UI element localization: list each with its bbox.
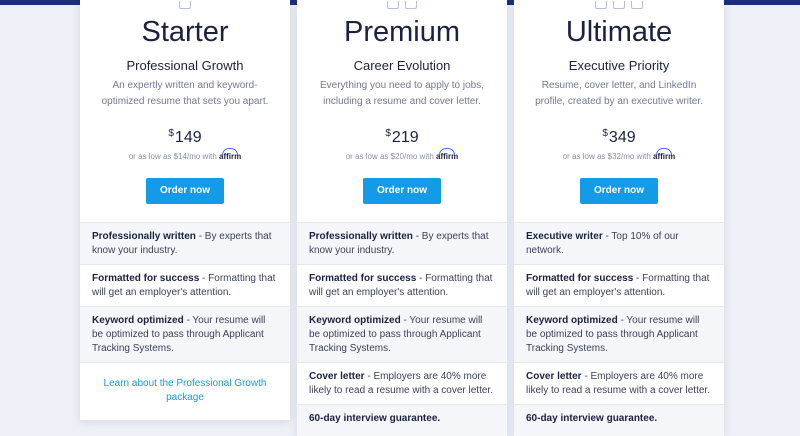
plan-card-ultimate: Ultimate Executive Priority Resume, cove… [514,0,724,436]
learn-more-link[interactable]: Learn about the Professional Growth pack… [80,362,290,420]
price-amount: 219 [391,129,419,146]
feature-name: Executive writer [526,231,603,242]
plan-price: $149 [80,128,290,147]
feature-name: Formatted for success [92,273,200,284]
order-now-button[interactable]: Order now [363,178,441,204]
feature-name: Keyword optimized [309,315,401,326]
currency-symbol: $ [602,128,608,139]
feature-name: Keyword optimized [526,315,618,326]
plan-price: $219 [297,128,507,147]
feature-item: 60-day interview guarantee. [297,404,507,436]
plan-subtitle: Career Evolution [353,58,451,73]
affirm-logo: affirm [436,152,459,161]
feature-item: Formatted for success - Formatting that … [297,264,507,306]
plan-title: Premium [343,16,460,48]
document-icon [514,0,724,9]
feature-item: Cover letter - Employers are 40% more li… [514,362,724,404]
plan-title: Starter [141,16,229,48]
feature-name: Cover letter [309,371,365,382]
affirm-logo: affirm [219,152,242,161]
currency-symbol: $ [385,128,391,139]
feature-item: Keyword optimized - Your resume will be … [297,306,507,362]
feature-item: 60-day interview guarantee. [514,404,724,436]
affirm-financing: or as low as $20/mo with affirm [297,152,507,161]
feature-name: 60-day interview guarantee. [309,413,441,424]
plan-subtitle: Executive Priority [568,58,670,73]
affirm-financing: or as low as $32/mo with affirm [514,152,724,161]
feature-item: Professionally written - By experts that… [80,222,290,264]
plan-subtitle: Professional Growth [126,58,244,73]
document-icon [80,0,290,9]
plan-price: $349 [514,128,724,147]
affirm-logo: affirm [653,152,676,161]
feature-name: Keyword optimized [92,315,184,326]
affirm-text: or as low as $20/mo with [345,152,434,161]
feature-name: Formatted for success [526,273,634,284]
affirm-text: or as low as $14/mo with [128,152,217,161]
feature-item: Executive writer - Top 10% of our networ… [514,222,724,264]
feature-item: Keyword optimized - Your resume will be … [514,306,724,362]
plan-card-starter: Starter Professional Growth An expertly … [80,0,290,420]
document-icon [297,0,507,9]
feature-name: Professionally written [309,231,413,242]
feature-item: Formatted for success - Formatting that … [80,264,290,306]
affirm-financing: or as low as $14/mo with affirm [80,152,290,161]
plan-description: Everything you need to apply to jobs, in… [320,80,484,107]
affirm-text: or as low as $32/mo with [562,152,651,161]
price-amount: 149 [174,129,202,146]
plan-title: Ultimate [565,16,673,48]
feature-item: Formatted for success - Formatting that … [514,264,724,306]
price-amount: 349 [608,129,636,146]
feature-name: Professionally written [92,231,196,242]
feature-item: Professionally written - By experts that… [297,222,507,264]
order-now-button[interactable]: Order now [146,178,224,204]
plan-description: Resume, cover letter, and LinkedIn profi… [535,80,703,107]
order-now-button[interactable]: Order now [580,178,658,204]
feature-name: Formatted for success [309,273,417,284]
feature-item: Cover letter - Employers are 40% more li… [297,362,507,404]
plan-description: An expertly written and keyword-optimize… [101,80,269,107]
feature-item: Keyword optimized - Your resume will be … [80,306,290,362]
plan-card-premium: Premium Career Evolution Everything you … [297,0,507,436]
currency-symbol: $ [168,128,174,139]
feature-name: 60-day interview guarantee. [526,413,658,424]
feature-name: Cover letter [526,371,582,382]
